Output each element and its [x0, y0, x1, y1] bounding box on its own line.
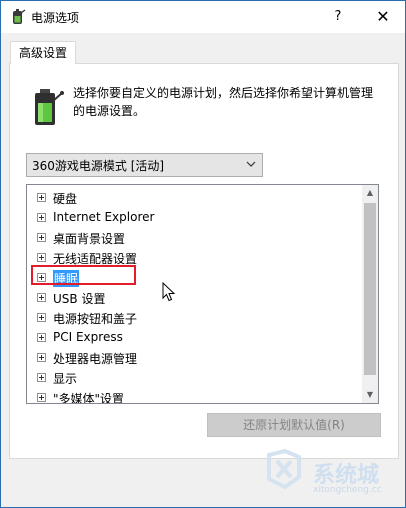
expand-icon[interactable] [37, 333, 46, 342]
plan-description: 选择你要自定义的电源计划，然后选择你希望计算机管理的电源设置。 [73, 86, 374, 118]
restore-defaults-button[interactable]: 还原计划默认值(R) [207, 413, 381, 437]
tree-item-power-buttons-lid[interactable]: 电源按钮和盖子 [27, 308, 362, 328]
tree-item-display[interactable]: 显示 [27, 368, 362, 388]
tab-advanced-settings[interactable]: 高级设置 [10, 41, 76, 64]
watermark-logo-icon [267, 448, 301, 490]
vertical-scrollbar[interactable]: ▲ ▼ [362, 185, 378, 403]
tree-item-label: USB 设置 [53, 292, 106, 306]
power-options-window: 电源选项 ? ✕ 高级设置 选择你要自定义的电源计划，然后选择你希望计算机管理的… [0, 0, 406, 508]
expand-icon[interactable] [37, 253, 46, 262]
scroll-down-icon[interactable]: ▼ [362, 387, 378, 403]
expand-icon[interactable] [37, 313, 46, 322]
tree-item-label: 硬盘 [53, 192, 78, 206]
tree-item-label: PCI Express [53, 330, 123, 344]
expand-icon[interactable] [37, 213, 46, 222]
tree-item-usb-settings[interactable]: USB 设置 [27, 288, 362, 308]
expand-icon[interactable] [37, 293, 46, 302]
expand-icon[interactable] [37, 393, 46, 402]
help-button[interactable]: ? [321, 1, 355, 33]
tree-item-label: 处理器电源管理 [53, 352, 138, 366]
tree-item-pci-express[interactable]: PCI Express [27, 328, 362, 348]
tree-item-processor-power[interactable]: 处理器电源管理 [27, 348, 362, 368]
tree-item-internet-explorer[interactable]: Internet Explorer [27, 208, 362, 228]
expand-icon[interactable] [37, 233, 46, 242]
power-options-icon [13, 9, 26, 24]
tree-item-label: "多媒体"设置 [53, 392, 125, 404]
tree-item-multimedia[interactable]: "多媒体"设置 [27, 388, 362, 404]
close-button[interactable]: ✕ [361, 1, 405, 33]
expand-icon[interactable] [37, 193, 46, 202]
chevron-down-icon [246, 161, 256, 167]
tree-item-label: 电源按钮和盖子 [53, 312, 138, 326]
expand-icon[interactable] [37, 353, 46, 362]
power-settings-tree[interactable]: 硬盘 Internet Explorer 桌面背景设置 无线适配器设置 睡眠 U… [26, 184, 379, 404]
scroll-up-icon[interactable]: ▲ [362, 185, 378, 201]
tree-item-hard-disk[interactable]: 硬盘 [27, 188, 362, 208]
scroll-thumb[interactable] [364, 203, 376, 375]
tree-item-label: 显示 [53, 372, 78, 386]
window-title: 电源选项 [31, 11, 80, 25]
battery-plan-icon [35, 89, 64, 125]
mouse-cursor-icon [162, 282, 176, 302]
title-bar: 电源选项 ? ✕ [1, 1, 405, 33]
power-plan-value: 360游戏电源模式 [活动] [32, 159, 165, 173]
annotation-highlight-box [31, 265, 136, 285]
watermark-url: xitongcheng.cc [313, 485, 382, 495]
tree-item-desktop-background[interactable]: 桌面背景设置 [27, 228, 362, 248]
tree-item-label: 桌面背景设置 [53, 232, 126, 246]
tree-item-label: Internet Explorer [53, 210, 155, 224]
expand-icon[interactable] [37, 373, 46, 382]
power-plan-dropdown[interactable]: 360游戏电源模式 [活动] [26, 153, 263, 177]
